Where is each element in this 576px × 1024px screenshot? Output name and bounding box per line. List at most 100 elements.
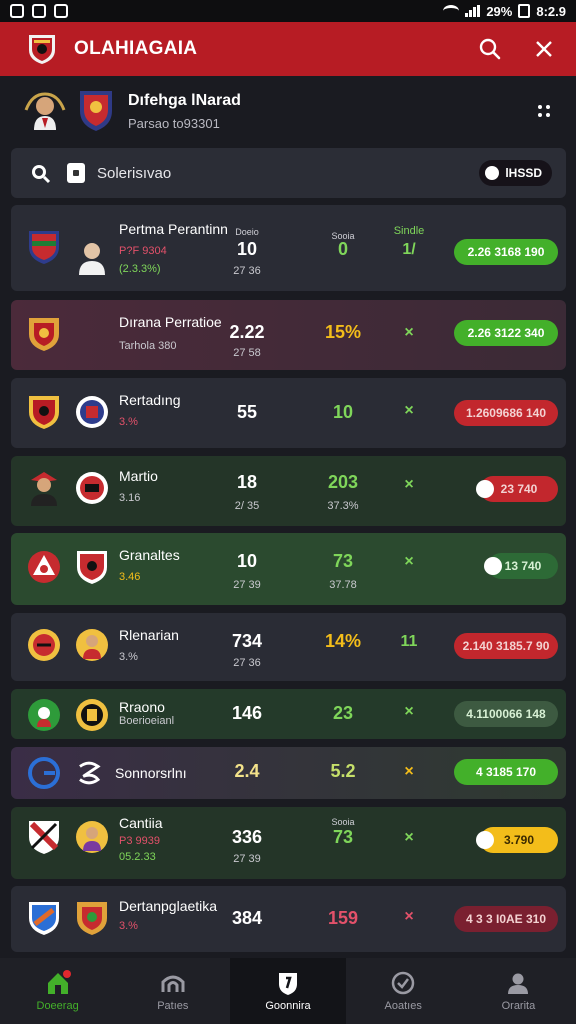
wifi-icon xyxy=(443,5,460,17)
score-value: 2.22 xyxy=(229,322,265,342)
stat-value: 23 xyxy=(332,703,354,723)
odds-pill[interactable]: 23 740 xyxy=(476,476,558,502)
outcome-mark: 11 xyxy=(400,633,418,650)
score-sub: 2/ 35 xyxy=(234,500,260,512)
match-row[interactable]: Rertadıng 3.% 55 10 × 1.2609686 140 xyxy=(11,378,566,448)
stat-value: 10 xyxy=(332,402,354,422)
stat-value: 5.2 xyxy=(330,761,356,781)
search-icon xyxy=(479,38,501,60)
player-avatar-icon xyxy=(31,472,57,506)
app-logo-icon xyxy=(29,35,55,64)
profile-name: Dıfehga lNarad xyxy=(128,91,241,109)
odds-pill[interactable]: 1.2609686 140 xyxy=(454,400,558,426)
profile-header: Dıfehga lNarad Parsao to93301 xyxy=(0,80,576,142)
outcome-mark: × xyxy=(404,829,414,846)
match-row[interactable]: Dırana Perratioe Tarhola 380 2.22 27 58 … xyxy=(11,300,566,370)
info-icon xyxy=(485,166,500,180)
bottom-navigation: Doeerag Patıes Goonnira Aoatıes Orarita xyxy=(0,958,576,1024)
match-row[interactable]: Sonnorsrlnı 2.4 5.2 × 4 3185 170 xyxy=(11,747,566,799)
stat-value: 73 xyxy=(332,551,354,571)
notification-icon xyxy=(54,4,68,18)
match-team-name: Dırana Perratioe xyxy=(119,314,222,330)
score-value: 10 xyxy=(236,239,258,259)
match-row[interactable]: Rraono Boerioeianl 146 23 × 4.1100066 14… xyxy=(11,689,566,739)
close-icon xyxy=(536,41,552,57)
battery-icon xyxy=(518,4,531,18)
app-title: OLAHIAGAIA xyxy=(74,38,198,59)
player-avatar-icon xyxy=(79,243,105,275)
team-crest-icon xyxy=(76,472,108,504)
stat-sub: 37.3% xyxy=(327,500,359,512)
score-value: 2.4 xyxy=(234,761,260,781)
match-odds-line: 3.46 xyxy=(119,571,141,583)
match-row[interactable]: Rlenarian 3.% 734 27 36 14% 11 2.140 318… xyxy=(11,613,566,681)
odds-pill[interactable]: 2.140 3185.7 90 xyxy=(454,633,558,659)
nav-home[interactable]: Doeerag xyxy=(0,958,115,1024)
odds-pill-label: 13 740 xyxy=(504,559,542,573)
outcome-mark: × xyxy=(404,763,414,780)
team-badge-icon xyxy=(80,91,112,131)
nav-profile[interactable]: Orarita xyxy=(461,958,576,1024)
signal-icon xyxy=(465,5,481,17)
odds-pill[interactable]: 4 3 3 I0AE 310 xyxy=(454,906,558,932)
avatar[interactable] xyxy=(22,88,68,134)
stadium-icon xyxy=(161,975,185,992)
team-crest-icon xyxy=(28,699,60,731)
chevron-icon xyxy=(484,557,502,575)
search-badge[interactable]: lHSSD xyxy=(479,160,552,186)
chevron-icon xyxy=(476,831,494,849)
odds-pill[interactable]: 13 740 xyxy=(484,553,558,579)
odds-pill[interactable]: 4 3185 170 xyxy=(454,759,558,785)
match-row[interactable]: Cantiia P3 9939 05.2.33 Sooia 336 27 39 … xyxy=(11,807,566,879)
score-value: 734 xyxy=(231,631,263,651)
app-bar: OLAHIAGAIA xyxy=(0,22,576,76)
odds-pill[interactable]: 4.1100066 148 xyxy=(454,701,558,727)
match-team-name: Cantiia xyxy=(119,815,163,831)
match-team-name: Martio xyxy=(119,468,158,484)
search-button[interactable] xyxy=(476,35,504,63)
search-bar[interactable]: Solerisıvao lHSSD xyxy=(11,148,566,198)
outcome-mark: × xyxy=(404,324,414,341)
match-odds-line: P3 9939 xyxy=(119,835,160,847)
match-row[interactable]: Martio 3.16 18 2/ 35 203 37.3% × 23 740 xyxy=(11,456,566,526)
match-team-name: Pertma Perantinn xyxy=(119,221,228,237)
odds-pill-label: 3.790 xyxy=(503,833,535,847)
nav-matches[interactable]: Patıes xyxy=(115,958,230,1024)
nav-center[interactable]: Goonnira xyxy=(230,958,346,1024)
clock: 8:2.9 xyxy=(536,3,566,19)
status-bar: 29% 8:2.9 xyxy=(0,0,576,22)
nav-activity[interactable]: Aoatıes xyxy=(346,958,461,1024)
match-row[interactable]: Pertma Perantinn P?F 9304 (2.3.3%) Doeio… xyxy=(11,205,566,291)
search-input[interactable]: Solerisıvao xyxy=(97,165,171,182)
stat-value: 14% xyxy=(324,631,362,651)
match-odds-line: (2.3.3%) xyxy=(119,263,161,275)
match-odds-line: Tarhola 380 xyxy=(119,340,177,352)
match-team-name: Dertanpglaetika xyxy=(119,898,218,914)
stat-value: 203 xyxy=(327,472,359,492)
notification-icon xyxy=(32,4,46,18)
stat-value: 0 xyxy=(337,239,348,259)
score-value: 336 xyxy=(231,827,263,847)
team-crest-icon xyxy=(76,396,108,428)
odds-pill[interactable]: 2.26 3122 340 xyxy=(454,320,558,346)
match-odds-line: 3.% xyxy=(119,920,138,932)
match-odds-line: 3.% xyxy=(119,651,138,663)
column-header: Doeio xyxy=(235,227,259,237)
shield-icon xyxy=(279,973,297,995)
column-header: Sooia xyxy=(331,817,355,827)
odds-pill[interactable]: 2.26 3168 190 xyxy=(454,239,558,265)
search-icon xyxy=(32,165,51,184)
team-logo-icon xyxy=(79,761,101,785)
match-row[interactable]: Granaltes 3.46 10 27 39 73 37.78 × 13 74… xyxy=(11,533,566,605)
more-options-button[interactable] xyxy=(534,101,554,121)
nav-label: Goonnira xyxy=(265,1000,311,1012)
outcome-mark: × xyxy=(404,908,414,925)
odds-pill[interactable]: 3.790 xyxy=(476,827,558,853)
team-crest-icon xyxy=(28,629,60,661)
search-badge-label: lHSSD xyxy=(505,166,542,180)
team-crest-icon xyxy=(29,231,59,264)
match-row[interactable]: Dertanpglaetika 3.% 384 159 × 4 3 3 I0AE… xyxy=(11,886,566,952)
close-button[interactable] xyxy=(530,35,558,63)
player-avatar-icon xyxy=(76,821,108,853)
filter-chip-icon[interactable] xyxy=(67,163,85,183)
